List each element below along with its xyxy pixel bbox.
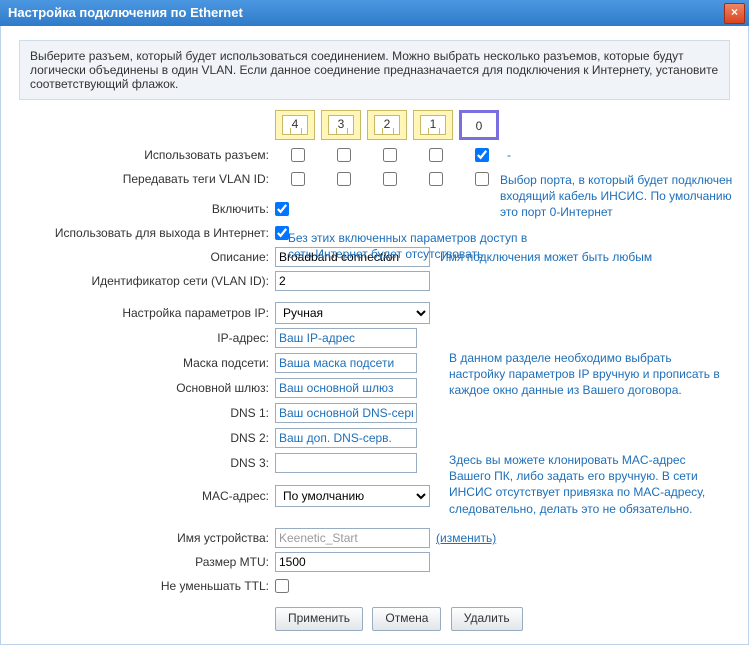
label-description: Описание: (19, 250, 275, 264)
device-name-input (275, 528, 430, 548)
label-mtu: Размер MTU: (19, 555, 275, 569)
label-ip-mode: Настройка параметров IP: (19, 306, 275, 320)
cancel-button[interactable]: Отмена (372, 607, 441, 631)
vlan-tag-0-checkbox[interactable] (475, 172, 489, 186)
dns3-input[interactable] (275, 453, 417, 473)
label-gateway: Основной шлюз: (19, 381, 275, 395)
row-ttl: Не уменьшать TTL: (19, 575, 730, 597)
label-device-name: Имя устройства: (19, 531, 275, 545)
use-port-1-checkbox[interactable] (429, 148, 443, 162)
label-mac: MAC-адрес: (19, 489, 275, 503)
label-dns3: DNS 3: (19, 456, 275, 470)
ports-row: 4 3 2 1 0 (275, 110, 730, 140)
cell-use-port: - (275, 148, 513, 162)
mac-block-note: Здесь вы можете клонировать MAC-адрес Ва… (449, 452, 730, 517)
row-dns2: DNS 2: (19, 427, 730, 449)
titlebar: Настройка подключения по Ethernet × (0, 0, 749, 26)
row-use-port: Использовать разъем: - Выбор порта, в ко… (19, 144, 730, 166)
row-ip-mode: Настройка параметров IP: Ручная (19, 302, 730, 324)
label-ttl: Не уменьшать TTL: (19, 579, 275, 593)
change-link[interactable]: (изменить) (436, 531, 496, 545)
row-vlan-id: Идентификатор сети (VLAN ID): (19, 270, 730, 292)
label-ip-addr: IP-адрес: (19, 331, 275, 345)
ip-mode-select[interactable]: Ручная (275, 302, 430, 324)
label-dns1: DNS 1: (19, 406, 275, 420)
label-vlan-id: Идентификатор сети (VLAN ID): (19, 274, 275, 288)
gateway-input[interactable] (275, 378, 417, 398)
mtu-input[interactable] (275, 552, 430, 572)
vlan-tag-3-checkbox[interactable] (337, 172, 351, 186)
apply-button[interactable]: Применить (275, 607, 363, 631)
label-mask: Маска подсети: (19, 356, 275, 370)
row-device-name: Имя устройства: (изменить) (19, 527, 730, 549)
label-enable: Включить: (19, 202, 275, 216)
label-vlan-tags: Передавать теги VLAN ID: (19, 172, 275, 186)
cell-vlan-tags (275, 172, 505, 186)
mask-input[interactable] (275, 353, 417, 373)
enable-checkbox[interactable] (275, 202, 289, 216)
row-mtu: Размер MTU: (19, 551, 730, 573)
vlan-id-input[interactable] (275, 271, 430, 291)
dialog-window: Настройка подключения по Ethernet × Выбе… (0, 0, 749, 645)
row-ip-addr: IP-адрес: (19, 327, 730, 349)
intro-text: Выберите разъем, который будет использов… (19, 40, 730, 100)
mac-select[interactable]: По умолчанию (275, 485, 430, 507)
use-port-3-checkbox[interactable] (337, 148, 351, 162)
port-4[interactable]: 4 (275, 110, 315, 140)
label-use-internet: Использовать для выхода в Интернет: (19, 226, 275, 240)
close-button[interactable]: × (724, 3, 745, 24)
ttl-checkbox[interactable] (275, 579, 289, 593)
port-2[interactable]: 2 (367, 110, 407, 140)
dns2-input[interactable] (275, 428, 417, 448)
form: Использовать разъем: - Выбор порта, в ко… (19, 144, 730, 631)
port-3[interactable]: 3 (321, 110, 361, 140)
button-bar: Применить Отмена Удалить (275, 607, 730, 631)
enable-note: Без этих включенных параметров доступ в … (288, 230, 548, 262)
vlan-tag-4-checkbox[interactable] (291, 172, 305, 186)
use-internet-checkbox[interactable] (275, 226, 289, 240)
dialog-body: Выберите разъем, который будет использов… (0, 26, 749, 645)
port-select-note: Выбор порта, в который будет подключен в… (500, 172, 749, 221)
ip-block-note: В данном разделе необходимо выбрать наст… (449, 350, 730, 399)
use-port-4-checkbox[interactable] (291, 148, 305, 162)
window-title: Настройка подключения по Ethernet (8, 5, 243, 20)
dns1-input[interactable] (275, 403, 417, 423)
port-1[interactable]: 1 (413, 110, 453, 140)
delete-button[interactable]: Удалить (451, 607, 523, 631)
label-dns2: DNS 2: (19, 431, 275, 445)
use-port-0-checkbox[interactable] (475, 148, 489, 162)
port-0[interactable]: 0 (459, 110, 499, 140)
use-port-2-checkbox[interactable] (383, 148, 397, 162)
vlan-tag-1-checkbox[interactable] (429, 172, 443, 186)
label-use-port: Использовать разъем: (19, 148, 275, 162)
ip-addr-input[interactable] (275, 328, 417, 348)
row-dns1: DNS 1: (19, 402, 730, 424)
vlan-tag-2-checkbox[interactable] (383, 172, 397, 186)
